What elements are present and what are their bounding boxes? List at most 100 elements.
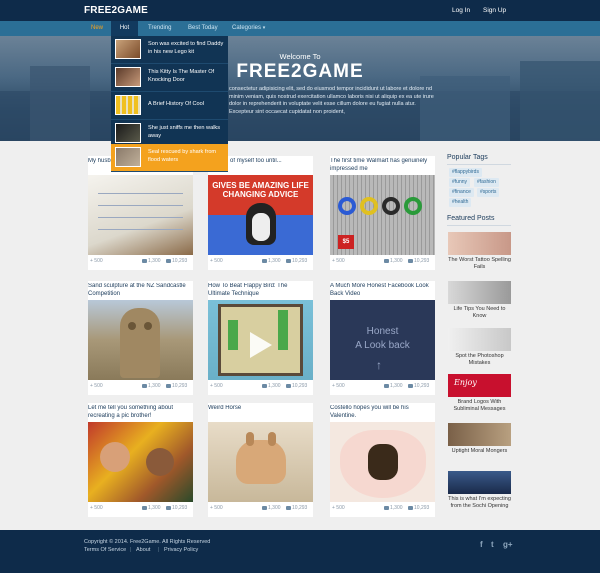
eye-icon [166, 383, 171, 388]
post-card[interactable]: Costello hopes you will be his Valentine… [330, 403, 435, 517]
signup-link[interactable]: Sign Up [483, 7, 506, 14]
post-image[interactable] [88, 300, 193, 380]
post-image[interactable] [208, 422, 313, 502]
nav-trending[interactable]: Trending [148, 21, 171, 36]
post-image[interactable] [208, 300, 313, 380]
views-count: 10,293 [414, 258, 430, 264]
post-card[interactable]: Weird Horse + 500 1,300 10,293 [208, 403, 313, 517]
dropdown-item-text: Son was excited to find Daddy in his new… [148, 41, 224, 55]
featured-caption[interactable]: This is what I'm expecting from the Soch… [448, 496, 511, 510]
dropdown-item[interactable]: This Kitty Is The Master Of Knocking Doo… [111, 64, 228, 92]
tag-fashion[interactable]: #fashion [474, 178, 499, 187]
dropdown-thumbnail [115, 147, 141, 167]
nav-categories[interactable]: Categories ▾ [232, 21, 265, 36]
post-image[interactable] [330, 422, 435, 502]
post-card[interactable]: A Much More Honest Facebook Look Back Vi… [330, 281, 435, 395]
nav-bar: New Hot Trending Best Today Categories ▾… [0, 21, 600, 54]
googleplus-icon[interactable]: g+ [503, 540, 513, 549]
featured-caption[interactable]: Uptight Moral Mongers [448, 448, 511, 455]
featured-thumbnail[interactable] [448, 423, 511, 446]
comment-icon [262, 258, 267, 263]
chevron-down-icon: ▾ [262, 25, 266, 31]
post-stats: + 500 1,300 10,293 [88, 258, 193, 268]
eye-icon [166, 258, 171, 263]
comment-icon [142, 505, 147, 510]
post-card[interactable]: My husb + 500 1,300 10,293 [88, 156, 193, 270]
nav-categories-label: Categories [232, 25, 262, 31]
top-bar: FREE2GAME Log In Sign Up [0, 0, 600, 21]
meme-caption: GIVES BE AMAZING LIFE CHANGING ADVICE [212, 181, 309, 199]
likes-count[interactable]: + 500 [332, 383, 345, 389]
post-card[interactable]: How To Beat Flappy Bird: The Ultimate Te… [208, 281, 313, 395]
likes-count[interactable]: + 500 [90, 383, 103, 389]
dropdown-thumbnail [115, 67, 141, 87]
post-image[interactable]: $5 [330, 175, 435, 255]
likes-count[interactable]: + 500 [210, 505, 223, 511]
likes-count[interactable]: + 500 [332, 258, 345, 264]
likes-count[interactable]: + 500 [332, 505, 345, 511]
dropdown-item-selected[interactable]: Seal rescued by shark from flood waters [111, 144, 228, 172]
post-card[interactable]: Let me tell you something about recreati… [88, 403, 193, 517]
tag-flappybirds[interactable]: #flappybirds [449, 168, 482, 177]
dropdown-item[interactable]: A Brief History Of Cool [111, 92, 228, 120]
post-image[interactable]: Honest A Look back ↑ [330, 300, 435, 380]
nav-best-today[interactable]: Best Today [188, 21, 218, 36]
nav-hot[interactable]: Hot [111, 21, 138, 36]
post-title[interactable]: Let me tell you something about recreati… [88, 405, 191, 421]
play-icon[interactable] [250, 332, 272, 358]
eye-icon [286, 383, 291, 388]
post-image[interactable] [88, 422, 193, 502]
post-title[interactable]: Sand sculpture at the NZ Sandcastle Comp… [88, 283, 191, 299]
tag-finance[interactable]: #finance [449, 188, 474, 197]
post-image[interactable]: GIVES BE AMAZING LIFE CHANGING ADVICE [208, 175, 313, 255]
featured-caption[interactable]: Life Tips You Need to Know [448, 306, 511, 320]
featured-caption[interactable]: Brand Logos With Subliminal Messages [448, 399, 511, 413]
featured-thumbnail[interactable] [448, 328, 511, 351]
terms-link[interactable]: Terms Of Service [84, 547, 126, 553]
post-stats: + 500 1,300 10,293 [208, 383, 313, 393]
post-title[interactable]: A Much More Honest Facebook Look Back Vi… [330, 283, 433, 299]
facebook-icon[interactable]: f [480, 540, 483, 549]
likes-count[interactable]: + 500 [210, 258, 223, 264]
hero-banner: Welcome To FREE2GAME consectetur adipisi… [0, 36, 600, 141]
post-stats: + 500 1,300 10,293 [330, 505, 435, 515]
post-title[interactable]: Costello hopes you will be his Valentine… [330, 405, 433, 421]
honest-text: Honest [366, 326, 399, 337]
post-card[interactable]: The first time Walmart has genuinely imp… [330, 156, 435, 270]
featured-thumbnail[interactable] [448, 281, 511, 304]
post-card[interactable]: o proud of myself too until... GIVES BE … [208, 156, 313, 270]
post-title[interactable]: Weird Horse [208, 405, 311, 421]
comments-count: 1,300 [148, 383, 161, 389]
post-stats: + 500 1,300 10,293 [208, 258, 313, 268]
tag-sports[interactable]: #sports [477, 188, 500, 197]
twitter-icon[interactable]: t [491, 540, 494, 549]
featured-thumbnail[interactable] [448, 232, 511, 255]
views-count: 10,293 [292, 258, 308, 264]
featured-thumbnail[interactable]: Enjoy [448, 374, 511, 397]
views-count: 10,293 [292, 383, 308, 389]
dropdown-item[interactable]: Son was excited to find Daddy in his new… [111, 36, 228, 64]
post-image[interactable] [88, 175, 193, 255]
likes-count[interactable]: + 500 [90, 505, 103, 511]
featured-thumbnail[interactable] [448, 471, 511, 494]
comment-icon [142, 383, 147, 388]
look-back-text: A Look back [355, 340, 410, 351]
login-link[interactable]: Log In [452, 7, 470, 14]
hero-title: FREE2GAME [236, 61, 364, 82]
featured-caption[interactable]: Spot the Photoshop Mistakes [448, 353, 511, 367]
site-logo[interactable]: FREE2GAME [84, 5, 148, 16]
about-link[interactable]: About [136, 547, 150, 553]
post-title[interactable]: The first time Walmart has genuinely imp… [330, 158, 433, 174]
likes-count[interactable]: + 500 [90, 258, 103, 264]
privacy-link[interactable]: Privacy Policy [164, 547, 198, 553]
likes-count[interactable]: + 500 [210, 383, 223, 389]
tag-funny[interactable]: #funny [449, 178, 471, 187]
tag-health[interactable]: #health [449, 198, 472, 207]
comment-icon [262, 383, 267, 388]
post-stats: + 500 1,300 10,293 [88, 505, 193, 515]
post-title[interactable]: How To Beat Flappy Bird: The Ultimate Te… [208, 283, 311, 299]
comments-count: 1,300 [268, 258, 281, 264]
post-card[interactable]: Sand sculpture at the NZ Sandcastle Comp… [88, 281, 193, 395]
featured-caption[interactable]: The Worst Tattoo Spelling Fails [448, 257, 511, 271]
nav-new[interactable]: New [91, 21, 103, 36]
